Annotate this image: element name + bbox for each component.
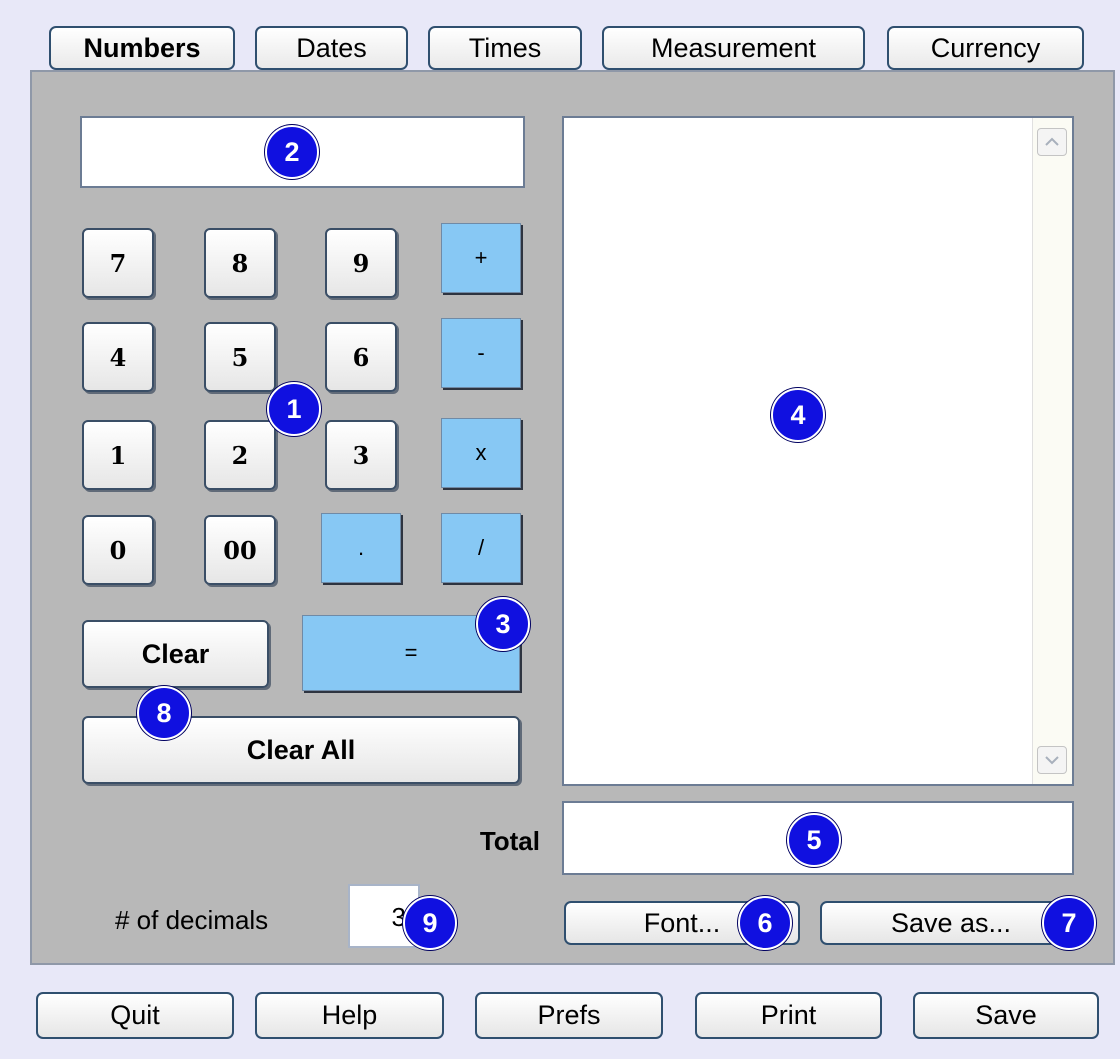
key-plus[interactable]: + — [441, 223, 521, 293]
print-button[interactable]: Print — [695, 992, 882, 1039]
key-9[interactable]: 9 — [325, 228, 397, 298]
callout-badge-7: 7 — [1042, 896, 1096, 950]
key-decimal-point[interactable]: . — [321, 513, 401, 583]
history-scrollbar[interactable] — [1032, 118, 1072, 784]
scroll-up-arrow-icon[interactable] — [1037, 128, 1067, 156]
callout-badge-1: 1 — [267, 382, 321, 436]
key-00[interactable]: 00 — [204, 515, 276, 585]
callout-badge-4: 4 — [771, 388, 825, 442]
tab-label: Measurement — [650, 32, 817, 63]
callout-badge-2: 2 — [265, 125, 319, 179]
quit-button[interactable]: Quit — [36, 992, 234, 1039]
key-minus[interactable]: - — [441, 318, 521, 388]
key-2[interactable]: 2 — [204, 420, 276, 490]
callout-badge-8: 8 — [137, 686, 191, 740]
key-6[interactable]: 6 — [325, 322, 397, 392]
tab-numbers[interactable]: Numbers — [49, 26, 235, 70]
tab-currency[interactable]: Currency — [887, 26, 1084, 70]
decimals-label: # of decimals — [115, 905, 269, 935]
tab-label: Currency — [930, 32, 1041, 63]
key-5[interactable]: 5 — [204, 322, 276, 392]
history-tape[interactable] — [562, 116, 1074, 786]
callout-badge-3: 3 — [476, 597, 530, 651]
callout-badge-9: 9 — [403, 896, 457, 950]
clear-button[interactable]: Clear — [82, 620, 269, 688]
tab-measurement[interactable]: Measurement — [602, 26, 865, 70]
help-button[interactable]: Help — [255, 992, 444, 1039]
scroll-down-arrow-icon[interactable] — [1037, 746, 1067, 774]
save-button[interactable]: Save — [913, 992, 1099, 1039]
tab-label: Dates — [296, 32, 367, 63]
tab-dates[interactable]: Dates — [255, 26, 408, 70]
tab-label: Numbers — [83, 32, 201, 63]
key-1[interactable]: 1 — [82, 420, 154, 490]
key-3[interactable]: 3 — [325, 420, 397, 490]
key-4[interactable]: 4 — [82, 322, 154, 392]
tab-times[interactable]: Times — [428, 26, 582, 70]
prefs-button[interactable]: Prefs — [475, 992, 663, 1039]
total-label: Total — [479, 826, 540, 856]
key-divide[interactable]: / — [441, 513, 521, 583]
key-8[interactable]: 8 — [204, 228, 276, 298]
key-0[interactable]: 0 — [82, 515, 154, 585]
key-multiply[interactable]: x — [441, 418, 521, 488]
tab-label: Times — [468, 32, 542, 63]
callout-badge-6: 6 — [738, 896, 792, 950]
callout-badge-5: 5 — [787, 813, 841, 867]
key-7[interactable]: 7 — [82, 228, 154, 298]
